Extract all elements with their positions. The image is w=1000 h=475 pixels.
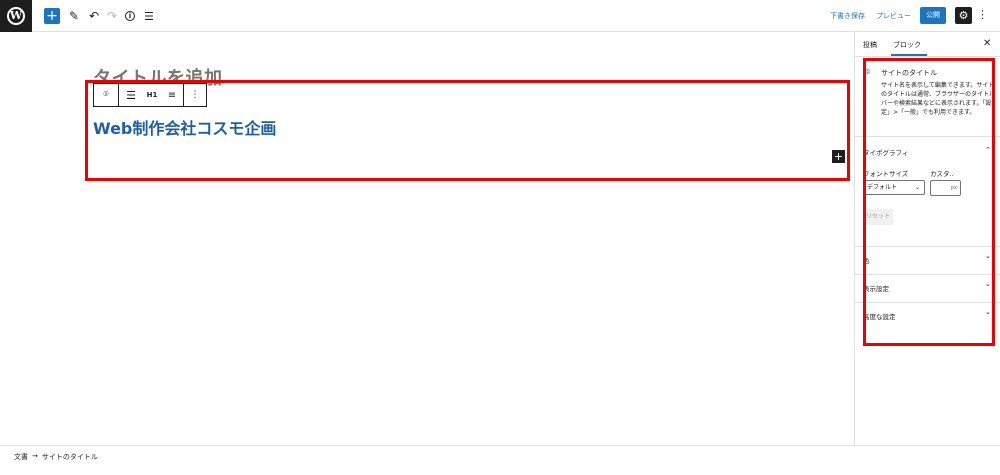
wordpress-logo-letter: W — [7, 7, 25, 25]
settings-button[interactable]: ⚙ — [955, 7, 972, 24]
breadcrumb-site-title[interactable]: サイトのタイトル — [42, 452, 98, 462]
highlight-box-sidebar — [863, 58, 995, 346]
breadcrumb-separator: → — [32, 452, 38, 460]
editor-canvas: タイトルを追加 ⌾ ☰ H1 ≡ ⋮ Web制作会社コスモ企画 + — [0, 32, 855, 445]
breadcrumb-bar: 文書 → サイトのタイトル — [0, 445, 1000, 475]
highlight-box-editor — [85, 80, 850, 181]
close-sidebar-button[interactable]: ✕ — [983, 38, 991, 49]
list-view-icon: ☰ — [144, 9, 154, 23]
tools-button[interactable]: ✎ — [66, 8, 82, 24]
top-toolbar: W + ✎ ↶ ↷ i ☰ 下書き保存 プレビュー 公開 ⚙ ⋮ — [0, 0, 1000, 32]
tab-post[interactable]: 投稿 — [863, 40, 877, 50]
close-icon: ✕ — [983, 38, 992, 49]
more-vertical-icon: ⋮ — [977, 8, 988, 21]
preview-button[interactable]: プレビュー — [876, 11, 911, 21]
tab-block[interactable]: ブロック — [893, 40, 921, 50]
breadcrumb: 文書 → サイトのタイトル — [14, 452, 98, 462]
sidebar-tabs: 投稿 ブロック ✕ — [855, 32, 1000, 57]
details-button[interactable]: i — [122, 8, 138, 24]
breadcrumb-document[interactable]: 文書 — [14, 452, 28, 462]
info-icon: i — [125, 11, 135, 21]
pencil-icon: ✎ — [68, 9, 80, 23]
undo-icon: ↶ — [88, 9, 100, 23]
list-view-button[interactable]: ☰ — [141, 8, 157, 24]
active-tab-indicator — [891, 54, 927, 56]
redo-button[interactable]: ↷ — [104, 8, 120, 24]
wordpress-logo-icon[interactable]: W — [0, 0, 32, 32]
publish-button[interactable]: 公開 — [920, 7, 946, 24]
save-draft-button[interactable]: 下書き保存 — [830, 11, 865, 21]
add-block-button[interactable]: + — [44, 8, 60, 24]
undo-button[interactable]: ↶ — [86, 8, 102, 24]
options-button[interactable]: ⋮ — [977, 8, 988, 21]
plus-icon: + — [46, 8, 58, 24]
gear-icon: ⚙ — [958, 9, 969, 22]
redo-icon: ↷ — [106, 9, 118, 23]
